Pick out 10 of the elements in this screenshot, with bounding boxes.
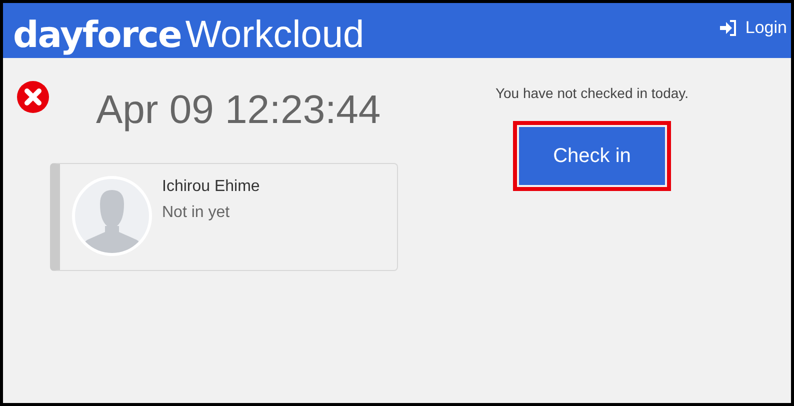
employee-status: Not in yet (162, 204, 231, 222)
employee-name: Ichirou Ehime (162, 178, 260, 196)
date-time: Apr 09 12:23:44 (96, 88, 381, 133)
check-in-button[interactable]: Check in (519, 127, 665, 185)
login-icon (719, 20, 738, 36)
logo-subtitle: Workcloud (185, 15, 364, 55)
avatar-icon (72, 176, 152, 256)
login-button[interactable]: Login (719, 18, 787, 38)
checkin-message: You have not checked in today. (495, 85, 689, 101)
logo-wordmark: dayforce (13, 16, 182, 56)
